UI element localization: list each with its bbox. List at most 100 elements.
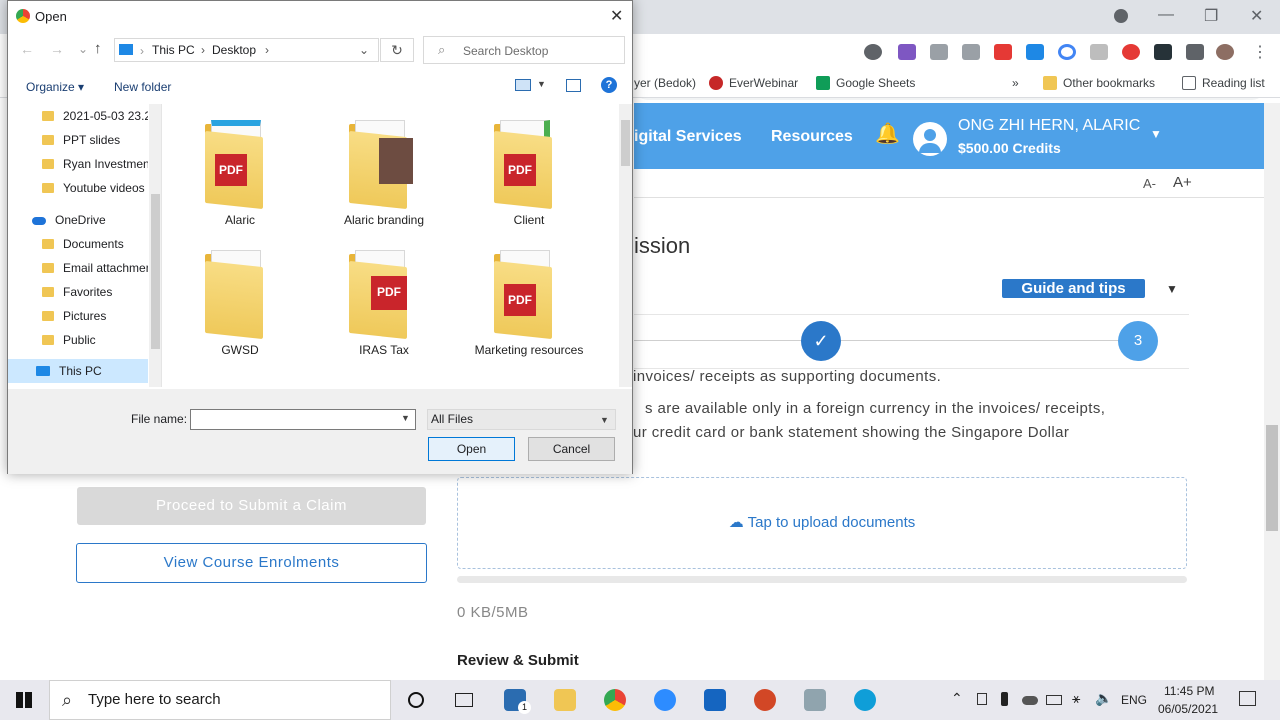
windows-start-icon[interactable]	[16, 692, 32, 708]
profile-avatar[interactable]	[1216, 44, 1234, 60]
mail-app-icon[interactable]: 1	[504, 689, 531, 714]
language-indicator[interactable]: ENG	[1121, 693, 1147, 707]
reading-list[interactable]: Reading list	[1182, 76, 1265, 90]
onedrive-icon[interactable]	[1022, 696, 1038, 705]
open-button[interactable]: Open	[428, 437, 515, 461]
bookmark-everwebinar[interactable]: EverWebinar	[709, 76, 798, 90]
forward-arrow-icon[interactable]: →	[50, 41, 64, 57]
extension-icon[interactable]	[864, 44, 882, 60]
nav-folder-item[interactable]: 2021-05-03 23.2	[8, 104, 148, 128]
recent-locations-icon[interactable]: ⌄	[78, 42, 88, 56]
nav-resources[interactable]: Resources	[771, 128, 853, 146]
folder-item-iras-tax[interactable]: PDF IRAS Tax	[329, 234, 439, 358]
google-icon[interactable]	[1058, 44, 1076, 60]
cancel-button[interactable]: Cancel	[528, 437, 615, 461]
zoom-icon[interactable]	[654, 689, 676, 711]
volume-icon[interactable]: 🔈	[1095, 690, 1112, 707]
chevron-down-icon[interactable]: ▼	[600, 411, 609, 430]
bell-icon[interactable]: 🔔	[875, 121, 900, 146]
clock-time[interactable]: 11:45 PM	[1164, 684, 1214, 698]
powerpoint-icon[interactable]	[754, 689, 776, 711]
folder-item-alaric[interactable]: PDF Alaric	[185, 104, 295, 228]
clock-date[interactable]: 06/05/2021	[1158, 702, 1218, 716]
opera-icon[interactable]	[1122, 44, 1140, 60]
chevron-down-icon[interactable]: ⌄	[359, 43, 369, 57]
folder-item-client[interactable]: PDF Client	[474, 104, 584, 228]
chevron-down-icon[interactable]: ▼	[537, 79, 546, 89]
help-icon[interactable]: ?	[601, 77, 617, 93]
chrome-icon[interactable]	[604, 689, 626, 711]
bookmark-item[interactable]: yer (Bedok)	[634, 76, 696, 90]
nav-folder-item[interactable]: Email attachmen	[8, 256, 148, 280]
phone-icon[interactable]	[1001, 692, 1008, 706]
close-window-button[interactable]: ✕	[1250, 6, 1263, 26]
camera-icon[interactable]	[962, 44, 980, 60]
minimize-button[interactable]: —	[1158, 6, 1174, 24]
scrollbar-thumb[interactable]	[151, 194, 160, 349]
preview-pane-icon[interactable]	[566, 79, 581, 92]
address-path[interactable]: › This PC › Desktop › ⌄	[114, 38, 379, 62]
bookmarks-overflow-button[interactable]: »	[1012, 76, 1019, 90]
breadcrumb-this-pc[interactable]: This PC	[152, 43, 195, 57]
battery-icon[interactable]	[1046, 695, 1062, 705]
back-arrow-icon[interactable]: ←	[20, 41, 34, 57]
search-desktop-input[interactable]: ⌕ Search Desktop	[423, 36, 625, 64]
chevron-down-icon[interactable]: ▼	[1150, 127, 1162, 141]
taskbar-search-box[interactable]: ⌕ Type here to search	[49, 680, 391, 720]
extension-icon[interactable]	[898, 44, 916, 60]
scrollbar-thumb[interactable]	[621, 120, 630, 166]
nav-folder-item[interactable]: Documents	[8, 232, 148, 256]
nav-onedrive[interactable]: OneDrive	[8, 208, 148, 232]
other-bookmarks[interactable]: Other bookmarks	[1043, 76, 1155, 90]
close-icon[interactable]: ✕	[610, 6, 623, 26]
folder-item-marketing-resources[interactable]: PDF Marketing resources	[474, 234, 584, 358]
more-menu-icon[interactable]: ⋮	[1252, 42, 1268, 62]
show-hidden-icons[interactable]: ⌃	[951, 690, 963, 707]
network-icon[interactable]: ⚹	[1072, 690, 1080, 707]
scrollbar-thumb[interactable]	[1266, 425, 1278, 531]
folder-item-alaric-branding[interactable]: Alaric branding	[329, 104, 439, 228]
nav-scrollbar[interactable]	[149, 104, 161, 387]
guide-tips-button[interactable]: Guide and tips	[1002, 279, 1145, 298]
font-decrease-button[interactable]: A-	[1143, 176, 1156, 191]
nav-folder-item[interactable]: Public	[8, 328, 148, 352]
file-explorer-icon[interactable]	[554, 689, 576, 711]
code-icon[interactable]	[930, 44, 948, 60]
extension-icon[interactable]	[1026, 44, 1044, 60]
proceed-to-submit-button[interactable]: Proceed to Submit a Claim	[77, 487, 426, 525]
edge-icon[interactable]	[854, 689, 876, 711]
font-increase-button[interactable]: A+	[1173, 174, 1192, 191]
folder-item-gwsd[interactable]: GWSD	[185, 234, 295, 358]
bookmark-google-sheets[interactable]: Google Sheets	[816, 76, 915, 90]
extension-icon[interactable]	[1090, 44, 1108, 60]
nav-folder-item[interactable]: PPT slides	[8, 128, 148, 152]
device-icon[interactable]	[977, 693, 987, 705]
video-editor-icon[interactable]	[704, 689, 726, 711]
breadcrumb-desktop[interactable]: Desktop	[212, 43, 256, 57]
nav-folder-item[interactable]: Youtube videos	[8, 176, 148, 200]
file-type-select[interactable]: All Files ▼	[427, 409, 616, 430]
chevron-down-icon[interactable]: ▼	[1166, 282, 1178, 296]
file-name-input[interactable]: ▼	[190, 409, 416, 430]
organize-button[interactable]: Organize ▾	[26, 80, 84, 94]
file-list-scrollbar[interactable]	[619, 104, 632, 387]
notifications-icon[interactable]	[1239, 691, 1256, 706]
extension-icon[interactable]	[1154, 44, 1172, 60]
view-options-icon[interactable]	[515, 79, 531, 91]
user-avatar[interactable]	[913, 122, 947, 156]
refresh-icon[interactable]: ↻	[380, 38, 414, 62]
nav-folder-item[interactable]: Ryan Investment	[8, 152, 148, 176]
chevron-down-icon[interactable]: ▼	[401, 413, 410, 423]
task-view-icon[interactable]	[455, 693, 473, 707]
profile-menu-icon[interactable]	[1114, 9, 1128, 23]
page-scrollbar[interactable]	[1264, 103, 1280, 680]
view-course-enrolments-button[interactable]: View Course Enrolments	[76, 543, 427, 583]
nav-folder-item[interactable]: Pictures	[8, 304, 148, 328]
up-arrow-icon[interactable]: ↑	[94, 40, 102, 57]
user-name[interactable]: ONG ZHI HERN, ALARIC	[958, 117, 1140, 135]
new-folder-button[interactable]: New folder	[114, 80, 171, 94]
restore-button[interactable]: ❐	[1204, 6, 1218, 26]
youtube-icon[interactable]	[994, 44, 1012, 60]
puzzle-icon[interactable]	[1186, 44, 1204, 60]
snipping-tool-icon[interactable]	[804, 689, 826, 711]
